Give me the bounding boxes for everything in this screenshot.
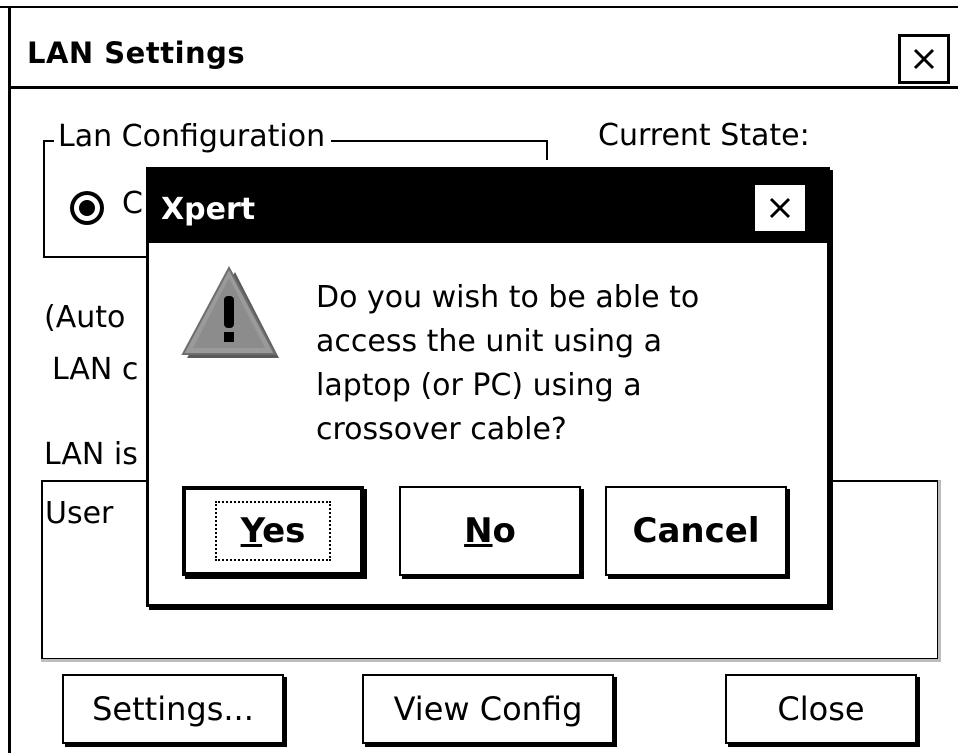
dialog-close-button[interactable] [752,182,808,234]
window-left-edge [8,6,11,753]
auto-info-text: (Auto [44,300,126,335]
config-radio-label: C [122,186,143,221]
close-icon [913,48,935,70]
close-button[interactable]: Close [725,674,917,744]
config-radio-selected[interactable] [70,191,104,225]
lan-configuration-legend: Lan Configuration [54,118,332,156]
listbox-shadow-bottom [41,659,941,662]
dialog-message: Do you wish to be able to access the uni… [316,280,700,447]
view-config-button[interactable]: View Config [362,674,614,744]
lan-status-text: LAN is [44,437,138,472]
window-titlebar: LAN Settings [11,8,958,89]
cancel-button[interactable]: Cancel [605,486,787,576]
close-icon [769,197,791,219]
group-border-right [546,140,548,160]
listbox-shadow-right [938,480,941,662]
listbox-column-user: User [45,496,114,531]
dialog-title: Xpert [161,192,256,227]
window-top-edge [0,0,958,8]
no-button[interactable]: No [399,486,581,576]
warning-icon [181,266,279,358]
yes-label-rest: es [262,511,306,551]
settings-button[interactable]: Settings... [62,674,284,744]
yes-button[interactable]: Yes [182,486,364,576]
yes-focus-rect: Yes [214,501,332,561]
xpert-dialog: Xpert Do you wish to be able to access t… [146,167,830,607]
yes-mnemonic: Y [240,511,263,551]
dialog-titlebar: Xpert [149,170,827,243]
window-close-button[interactable] [898,34,950,84]
no-mnemonic: N [464,511,493,551]
current-state-label: Current State: [598,118,810,153]
lan-info-text: LAN c [52,352,139,387]
no-label-rest: o [492,511,516,551]
lan-settings-window: LAN Settings Lan Configuration Current S… [0,0,958,753]
window-title: LAN Settings [27,36,246,70]
